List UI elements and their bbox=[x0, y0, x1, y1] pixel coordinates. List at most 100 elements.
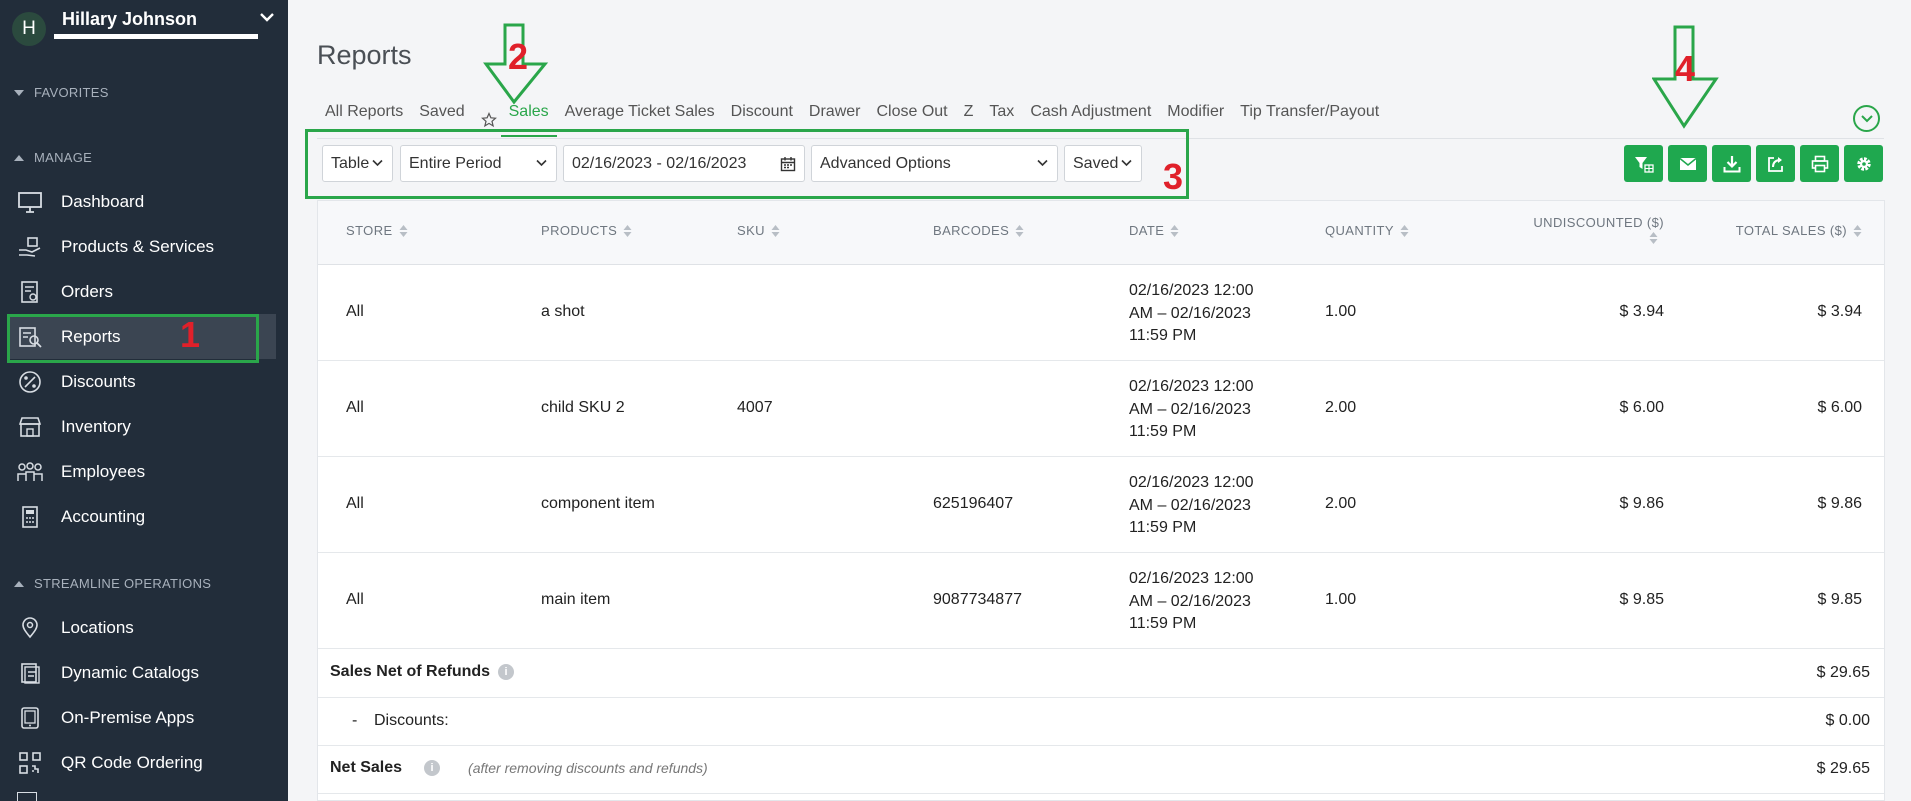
sidebar: H Hillary Johnson FAVORITES MANAGE Dashb… bbox=[0, 0, 288, 801]
summary-value: $ 29.65 bbox=[1816, 664, 1870, 681]
table-header: STORE PRODUCTS SKU BARCODES DATE QUANTIT… bbox=[318, 201, 1884, 265]
sidebar-item-inventory[interactable]: Inventory bbox=[8, 404, 276, 449]
date-line: 02/16/2023 12:00 bbox=[1129, 474, 1254, 491]
date-line: 11:59 PM bbox=[1129, 327, 1197, 344]
settings-button[interactable] bbox=[1844, 145, 1883, 182]
sidebar-item-qr-code-ordering[interactable]: QR Code Ordering bbox=[8, 740, 276, 785]
cell-undiscounted: $ 9.86 bbox=[1619, 495, 1664, 512]
section-manage[interactable]: MANAGE bbox=[14, 150, 92, 165]
sidebar-item-employees[interactable]: Employees bbox=[8, 449, 276, 494]
section-manage-label: MANAGE bbox=[34, 150, 93, 165]
cell-product: main item bbox=[541, 591, 611, 608]
discounts-label: Discounts: bbox=[374, 712, 449, 729]
order-doc-icon bbox=[16, 278, 44, 306]
user-name-underline bbox=[54, 34, 258, 39]
sidebar-item-label: Dynamic Catalogs bbox=[61, 662, 199, 682]
section-favorites[interactable]: FAVORITES bbox=[14, 85, 109, 100]
column-header-date[interactable]: DATE bbox=[1129, 223, 1179, 238]
summary-sales-net-of-refunds: Sales Net of Refunds i $ 29.65 bbox=[318, 650, 1884, 698]
date-line: 11:59 PM bbox=[1129, 519, 1197, 536]
cell-product: component item bbox=[541, 495, 655, 512]
sort-icon bbox=[623, 224, 632, 237]
sidebar-item-orders[interactable]: Orders bbox=[8, 269, 276, 314]
cell-quantity: 2.00 bbox=[1325, 399, 1357, 416]
sort-icon bbox=[1649, 232, 1658, 244]
cell-quantity: 1.00 bbox=[1325, 591, 1357, 608]
section-streamline[interactable]: STREAMLINE OPERATIONS bbox=[14, 576, 211, 591]
column-header-label: UNDISCOUNTED ($) bbox=[1533, 215, 1664, 230]
collapse-chevron-icon[interactable] bbox=[1853, 105, 1880, 132]
column-header-products[interactable]: PRODUCTS bbox=[541, 223, 632, 238]
user-name: Hillary Johnson bbox=[62, 9, 198, 29]
filter-table-button[interactable] bbox=[1624, 145, 1663, 182]
cell-undiscounted: $ 3.94 bbox=[1619, 303, 1664, 320]
tab-tip-transfer-payout[interactable]: Tip Transfer/Payout bbox=[1232, 101, 1387, 137]
column-header-undiscounted[interactable]: UNDISCOUNTED ($) bbox=[1478, 215, 1664, 244]
sort-icon bbox=[399, 224, 408, 237]
email-button[interactable] bbox=[1668, 145, 1707, 182]
cell-store: All bbox=[346, 303, 364, 320]
info-icon[interactable]: i bbox=[424, 760, 441, 776]
partial-icon bbox=[17, 792, 37, 801]
tablet-icon bbox=[16, 704, 44, 732]
table-row: All a shot 02/16/2023 12:00 AM – 02/16/2… bbox=[318, 266, 1884, 361]
cell-date: 02/16/2023 12:00 AM – 02/16/2023 11:59 P… bbox=[1129, 568, 1289, 636]
share-button[interactable] bbox=[1756, 145, 1795, 182]
summary-label: Sales Net of Refunds i bbox=[330, 663, 515, 681]
sidebar-item-label: QR Code Ordering bbox=[61, 752, 203, 772]
caret-down-icon bbox=[14, 89, 24, 96]
column-header-label: STORE bbox=[346, 223, 393, 238]
sidebar-item-dashboard[interactable]: Dashboard bbox=[8, 179, 276, 224]
filter-table-icon bbox=[1634, 156, 1654, 173]
print-icon bbox=[1811, 155, 1828, 172]
column-header-sku[interactable]: SKU bbox=[737, 223, 780, 238]
cell-total-sales: $ 9.85 bbox=[1817, 591, 1862, 608]
cell-date: 02/16/2023 12:00 AM – 02/16/2023 11:59 P… bbox=[1129, 376, 1289, 444]
cell-barcode: 625196407 bbox=[933, 495, 1014, 512]
sort-icon bbox=[1400, 224, 1409, 237]
date-line: 11:59 PM bbox=[1129, 615, 1197, 632]
chevron-down-icon[interactable] bbox=[258, 10, 276, 24]
annotation-box-3 bbox=[305, 129, 1189, 199]
monitor-icon bbox=[16, 188, 44, 216]
summary-net-sales: Net Sales i (after removing discounts an… bbox=[318, 746, 1884, 794]
sidebar-item-label: Accounting bbox=[61, 506, 146, 526]
print-button[interactable] bbox=[1800, 145, 1839, 182]
sidebar-item-discounts[interactable]: Discounts bbox=[8, 359, 276, 404]
cell-total-sales: $ 9.86 bbox=[1817, 495, 1862, 512]
cell-store: All bbox=[346, 495, 364, 512]
caret-up-icon bbox=[14, 154, 24, 161]
discounts-dash: - bbox=[352, 712, 358, 729]
sidebar-item-products-services[interactable]: Products & Services bbox=[8, 224, 276, 269]
sidebar-item-accounting[interactable]: Accounting bbox=[8, 494, 276, 539]
date-line: AM – 02/16/2023 bbox=[1129, 592, 1251, 610]
table-row: All main item 9087734877 02/16/2023 12:0… bbox=[318, 554, 1884, 649]
column-header-store[interactable]: STORE bbox=[346, 223, 408, 238]
location-pin-icon bbox=[16, 614, 44, 642]
column-header-total-sales[interactable]: TOTAL SALES ($) bbox=[1698, 223, 1862, 238]
column-header-barcodes[interactable]: BARCODES bbox=[933, 223, 1024, 238]
gear-icon bbox=[1856, 156, 1871, 171]
sidebar-item-dynamic-catalogs[interactable]: Dynamic Catalogs bbox=[8, 650, 276, 695]
qr-code-icon bbox=[16, 749, 44, 777]
cell-barcode: 9087734877 bbox=[933, 591, 1022, 608]
download-button[interactable] bbox=[1712, 145, 1751, 182]
sidebar-item-locations[interactable]: Locations bbox=[8, 605, 276, 650]
section-streamline-label: STREAMLINE OPERATIONS bbox=[34, 576, 212, 591]
date-line: AM – 02/16/2023 bbox=[1129, 400, 1251, 418]
download-icon bbox=[1723, 155, 1740, 172]
info-icon[interactable]: i bbox=[498, 664, 515, 680]
cell-product: a shot bbox=[541, 303, 585, 320]
sidebar-item-on-premise-apps[interactable]: On-Premise Apps bbox=[8, 695, 276, 740]
cell-store: All bbox=[346, 591, 364, 608]
column-header-label: TOTAL SALES ($) bbox=[1735, 223, 1847, 238]
page-title: Reports bbox=[317, 40, 412, 70]
store-icon bbox=[16, 413, 44, 441]
column-header-quantity[interactable]: QUANTITY bbox=[1325, 223, 1409, 238]
sales-table: STORE PRODUCTS SKU BARCODES DATE QUANTIT… bbox=[317, 200, 1885, 801]
summary-value: $ 0.00 bbox=[1825, 712, 1870, 729]
user-menu[interactable]: H Hillary Johnson bbox=[8, 6, 280, 46]
summary-label: Net Sales i (after removing discounts an… bbox=[330, 759, 708, 777]
sort-icon bbox=[1170, 224, 1179, 237]
table-row: All child SKU 2 4007 02/16/2023 12:00 AM… bbox=[318, 362, 1884, 457]
